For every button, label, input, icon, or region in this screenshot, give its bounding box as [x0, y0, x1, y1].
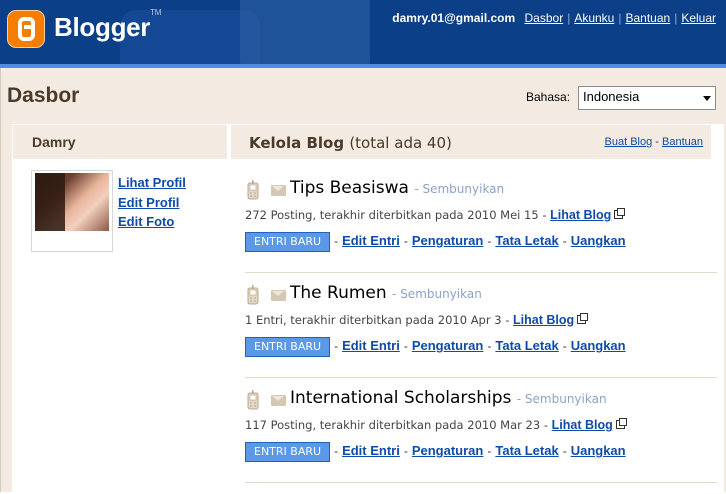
mobile-phone-icon[interactable]	[247, 390, 259, 410]
edit-entries-link[interactable]: Edit Entri	[342, 443, 400, 458]
avatar-frame	[31, 170, 113, 252]
view-blog-link[interactable]: Lihat Blog	[550, 208, 611, 222]
view-blog-link[interactable]: Lihat Blog	[552, 418, 613, 432]
blog-info: 272 Posting, terakhir diterbitkan pada 2…	[245, 208, 626, 222]
email-icon[interactable]	[271, 185, 286, 196]
profile-column-header: Damry	[13, 125, 227, 159]
settings-link[interactable]: Pengaturan	[412, 443, 484, 458]
avatar[interactable]	[35, 173, 109, 231]
mobile-phone-icon[interactable]	[247, 285, 259, 305]
blog-info: 1 Entri, terakhir diterbitkan pada 2010 …	[245, 313, 589, 327]
settings-link[interactable]: Pengaturan	[412, 233, 484, 248]
blogs-column-header: Kelola Blog (total ada 40) Buat Blog - B…	[231, 125, 711, 159]
dropdown-arrow-icon	[703, 96, 711, 101]
content-panel: Damry Kelola Blog (total ada 40) Buat Bl…	[12, 124, 724, 494]
new-entry-button[interactable]: ENTRI BARU	[245, 442, 331, 462]
profile-name: Damry	[32, 134, 76, 150]
view-profile-link[interactable]: Lihat Profil	[118, 173, 186, 193]
monetize-link[interactable]: Uangkan	[571, 233, 626, 248]
nav-link-logout[interactable]: Keluar	[681, 11, 716, 25]
blogs-title: Kelola Blog (total ada 40)	[249, 134, 452, 152]
blog-title[interactable]: Tips Beasiswa - Sembunyikan	[290, 178, 504, 198]
nav-link-account[interactable]: Akunku	[574, 11, 614, 25]
blog-title[interactable]: International Scholarships - Sembunyikan	[290, 388, 607, 408]
blog-item: The Rumen - Sembunyikan 1 Entri, terakhi…	[245, 281, 707, 385]
layout-link[interactable]: Tata Letak	[495, 443, 558, 458]
blogs-header-links: Buat Blog - Bantuan	[604, 136, 703, 148]
hide-link[interactable]: - Sembunyikan	[517, 392, 607, 406]
edit-entries-link[interactable]: Edit Entri	[342, 233, 400, 248]
external-window-icon	[615, 418, 627, 429]
blog-actions: ENTRI BARU - Edit Entri - Pengaturan - Tata Le…	[245, 442, 626, 462]
view-blog-link[interactable]: Lihat Blog	[513, 313, 574, 327]
external-window-icon	[614, 208, 626, 219]
language-label: Bahasa:	[526, 90, 571, 104]
blog-divider	[245, 272, 717, 273]
edit-photo-link[interactable]: Edit Foto	[118, 212, 186, 232]
user-email: damry.01@gmail.com	[392, 11, 516, 25]
blog-item: International Scholarships - Sembunyikan…	[245, 386, 707, 490]
profile-links: Lihat Profil Edit Profil Edit Foto	[118, 173, 186, 232]
top-header: BloggerTM damry.01@gmail.com Dasbor | Akun…	[0, 0, 726, 64]
dashboard-page: Dasbor Bahasa: Indonesia Damry Kelola Bl…	[0, 68, 726, 494]
blog-item: Tips Beasiswa - Sembunyikan 272 Posting,…	[245, 176, 707, 280]
nav-link-help[interactable]: Bantuan	[625, 11, 670, 25]
settings-link[interactable]: Pengaturan	[412, 338, 484, 353]
mobile-phone-icon[interactable]	[247, 180, 259, 200]
create-blog-link[interactable]: Buat Blog	[605, 136, 653, 148]
new-entry-button[interactable]: ENTRI BARU	[245, 232, 331, 252]
edit-profile-link[interactable]: Edit Profil	[118, 193, 186, 213]
hide-link[interactable]: - Sembunyikan	[392, 287, 482, 301]
layout-link[interactable]: Tata Letak	[495, 338, 558, 353]
account-nav: damry.01@gmail.com Dasbor | Akunku | Bantuan…	[392, 11, 716, 25]
language-selected-value: Indonesia	[583, 89, 640, 104]
blog-actions: ENTRI BARU - Edit Entri - Pengaturan - Tata Le…	[245, 337, 626, 357]
header-decoration	[240, 0, 370, 64]
monetize-link[interactable]: Uangkan	[571, 443, 626, 458]
page-title: Dasbor	[7, 84, 80, 107]
email-icon[interactable]	[271, 395, 286, 406]
blog-divider	[245, 482, 717, 483]
monetize-link[interactable]: Uangkan	[571, 338, 626, 353]
hide-link[interactable]: - Sembunyikan	[414, 182, 504, 196]
blogger-logo-text[interactable]: BloggerTM	[54, 8, 161, 43]
nav-link-dashboard[interactable]: Dasbor	[525, 11, 564, 25]
blog-title[interactable]: The Rumen - Sembunyikan	[290, 283, 482, 303]
blogger-logo-icon[interactable]	[7, 10, 45, 48]
language-select[interactable]: Indonesia	[578, 86, 716, 110]
blogs-help-link[interactable]: Bantuan	[662, 136, 703, 148]
new-entry-button[interactable]: ENTRI BARU	[245, 337, 331, 357]
email-icon[interactable]	[271, 290, 286, 301]
blog-divider	[245, 377, 717, 378]
external-window-icon	[577, 313, 589, 324]
layout-link[interactable]: Tata Letak	[495, 233, 558, 248]
blogs-total: (total ada 40)	[349, 134, 452, 152]
edit-entries-link[interactable]: Edit Entri	[342, 338, 400, 353]
blog-info: 117 Posting, terakhir diterbitkan pada 2…	[245, 418, 627, 432]
blog-actions: ENTRI BARU - Edit Entri - Pengaturan - Tata Le…	[245, 232, 626, 252]
